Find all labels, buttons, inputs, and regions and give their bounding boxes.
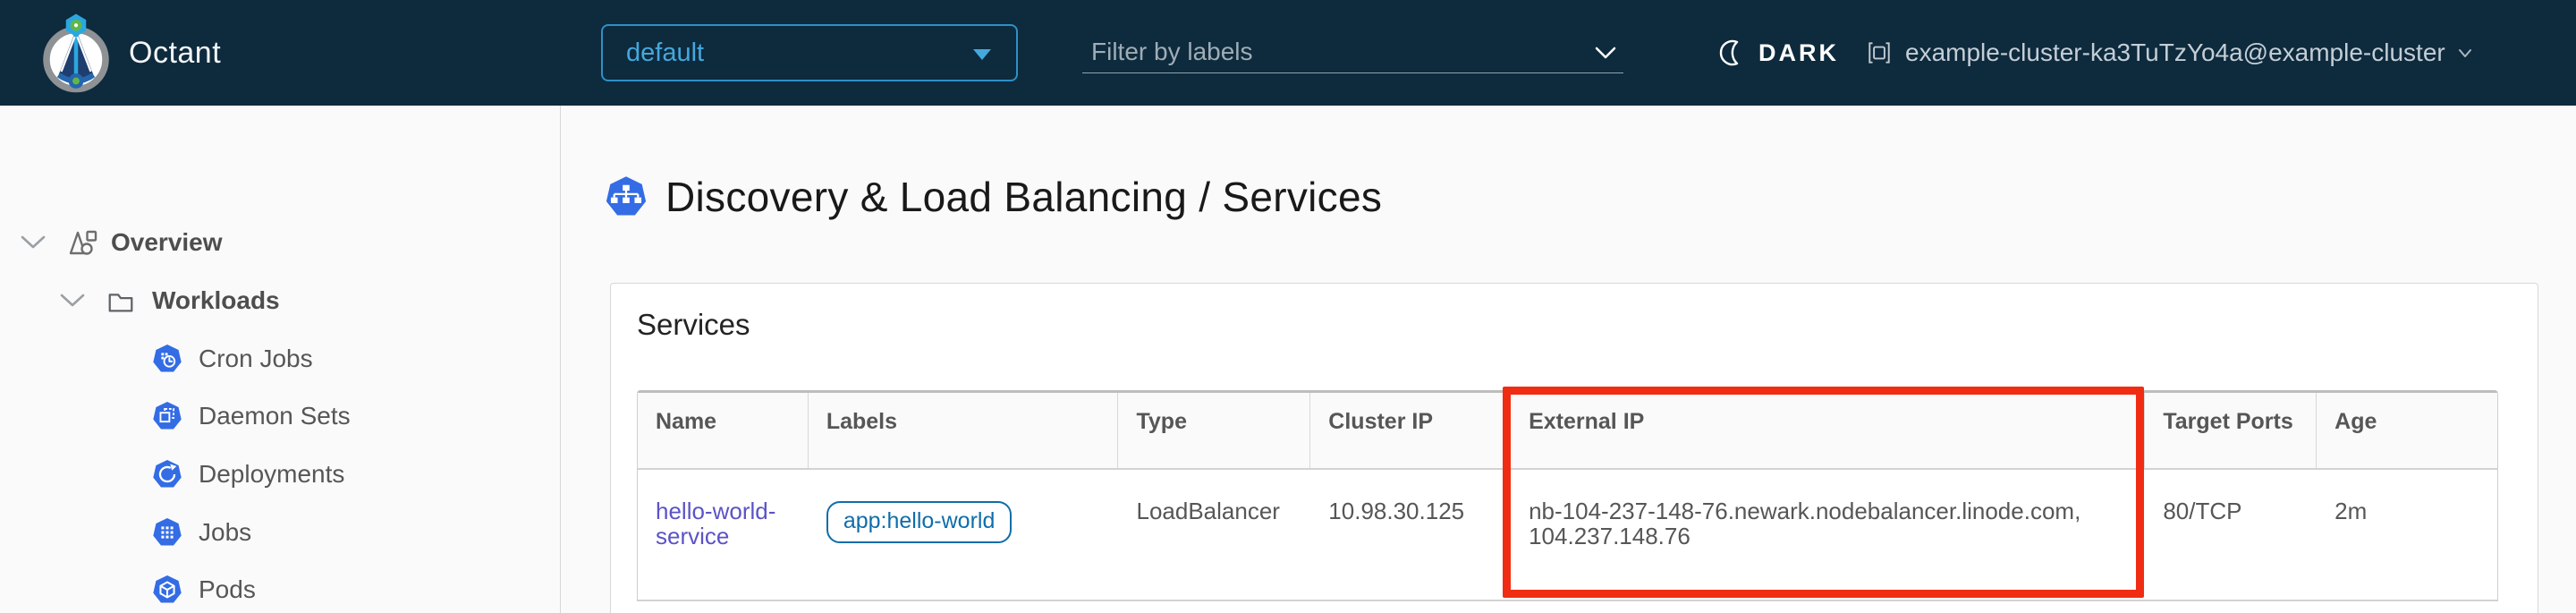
sidebar-item-label: Jobs (199, 518, 251, 547)
table-header-row: Name Labels Type Cluster IP External IP … (638, 393, 2497, 470)
cluster-context-menu[interactable]: example-cluster-ka3TuTzYo4a@example-clus… (1866, 0, 2472, 106)
sidebar-item-label: Cron Jobs (199, 345, 313, 373)
namespace-value: default (626, 38, 704, 68)
app-title: Octant (129, 36, 221, 71)
cell-name: hello-world-service (638, 470, 809, 600)
sidebar-item-label: Daemon Sets (199, 402, 351, 430)
cell-external-ip: nb-104-237-148-76.newark.nodebalancer.li… (1511, 470, 2145, 600)
column-header-labels: Labels (809, 393, 1119, 468)
table-row: hello-world-service app:hello-world Load… (638, 470, 2497, 601)
caret-down-icon (973, 49, 991, 60)
services-card: Services Name Labels Type Cluster IP Ext… (610, 283, 2538, 613)
column-header-age: Age (2317, 393, 2497, 468)
column-header-external-ip: External IP (1511, 393, 2145, 468)
sidebar-item-jobs[interactable]: Jobs (152, 507, 251, 558)
service-name-link[interactable]: hello-world-service (656, 498, 791, 549)
sidebar-item-label: Deployments (199, 460, 344, 489)
sidebar-item-workloads[interactable]: Workloads (59, 276, 280, 326)
cluster-context-label: example-cluster-ka3TuTzYo4a@example-clus… (1905, 38, 2445, 67)
column-header-name: Name (638, 393, 809, 468)
sidebar-item-pods[interactable]: Pods (152, 565, 256, 613)
cluster-icon (1866, 39, 1893, 66)
theme-toggle-label: DARK (1758, 39, 1839, 67)
sidebar-item-label: Workloads (152, 286, 280, 315)
moon-icon (1717, 38, 1746, 67)
column-header-type: Type (1118, 393, 1310, 468)
daemonset-icon (152, 401, 182, 431)
services-table: Name Labels Type Cluster IP External IP … (637, 390, 2498, 601)
label-filter-input[interactable]: Filter by labels (1082, 30, 1623, 73)
cronjob-icon (152, 344, 182, 374)
cell-cluster-ip: 10.98.30.125 (1310, 470, 1511, 600)
label-badge: app:hello-world (826, 501, 1013, 543)
sidebar-item-cron-jobs[interactable]: Cron Jobs (152, 334, 313, 384)
label-filter-placeholder: Filter by labels (1091, 38, 1253, 66)
page-title: Discovery & Load Balancing / Services (665, 173, 1382, 221)
cell-target-ports: 80/TCP (2145, 470, 2317, 600)
octant-logo-icon (41, 10, 111, 96)
cell-age: 2m (2317, 470, 2497, 600)
chevron-down-icon[interactable] (59, 293, 86, 309)
objects-icon (66, 226, 100, 260)
deployment-icon (152, 459, 182, 490)
column-header-cluster-ip: Cluster IP (1310, 393, 1511, 468)
namespace-selector[interactable]: default (601, 24, 1018, 81)
card-title: Services (637, 308, 750, 342)
chevron-down-icon (2458, 48, 2472, 58)
theme-toggle[interactable]: DARK (1717, 0, 1839, 106)
app-header: Octant default Filter by labels DARK exa… (0, 0, 2576, 106)
cell-type: LoadBalancer (1118, 470, 1310, 600)
page-header: Discovery & Load Balancing / Services (605, 172, 1382, 222)
chevron-down-icon[interactable] (1595, 47, 1616, 60)
folder-icon (106, 285, 136, 316)
column-header-target-ports: Target Ports (2145, 393, 2317, 468)
sidebar-item-label: Overview (111, 228, 223, 257)
brand: Octant (41, 0, 221, 106)
job-icon (152, 517, 182, 548)
pod-icon (152, 575, 182, 605)
sidebar-item-label: Pods (199, 575, 256, 604)
sidebar-item-deployments[interactable]: Deployments (152, 449, 344, 499)
chevron-down-icon[interactable] (20, 234, 47, 251)
service-icon (605, 175, 648, 218)
sidebar-item-overview[interactable]: Overview (20, 217, 223, 268)
sidebar-item-daemon-sets[interactable]: Daemon Sets (152, 391, 351, 441)
cell-labels: app:hello-world (809, 470, 1119, 600)
sidebar: Overview Workloads Cron Jobs Daemon Sets (0, 106, 561, 613)
